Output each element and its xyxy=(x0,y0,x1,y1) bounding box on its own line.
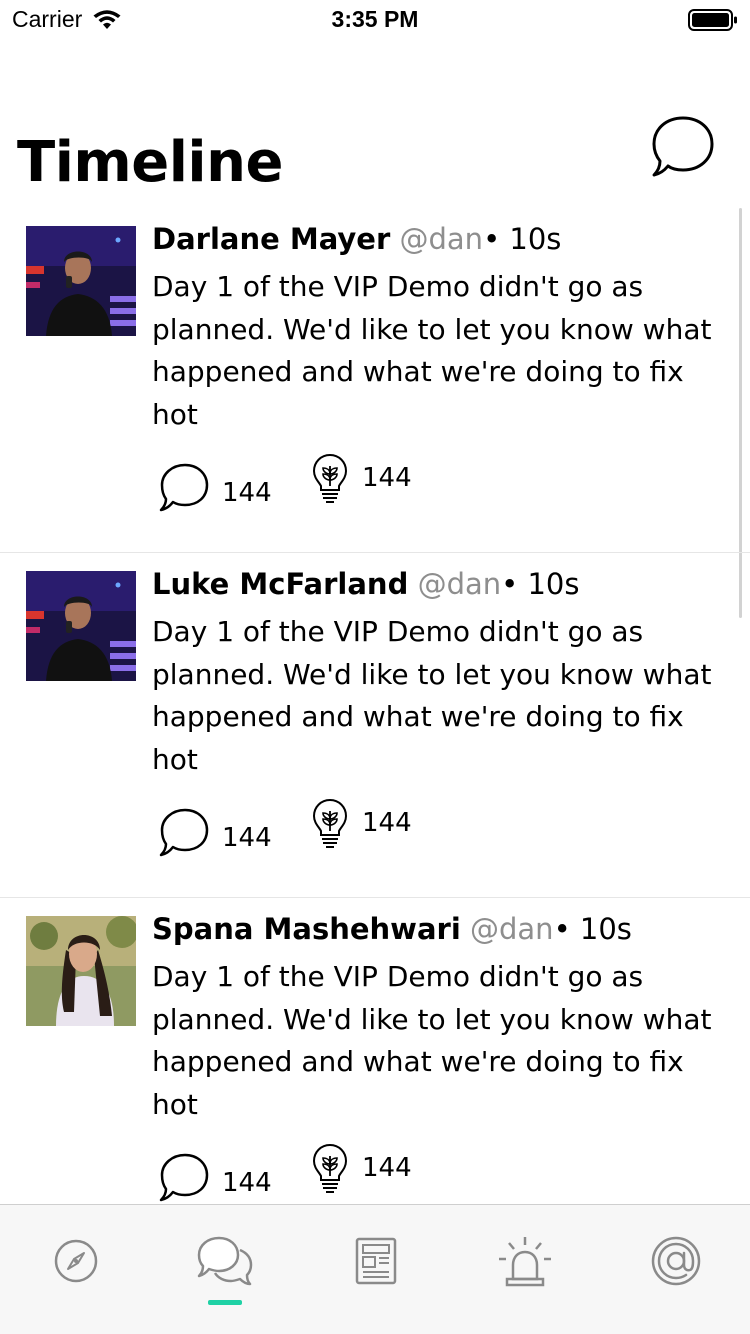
reply-button[interactable]: 144 xyxy=(158,462,272,512)
at-sign-icon xyxy=(651,1236,701,1286)
reply-button[interactable]: 144 xyxy=(158,1152,272,1202)
timeline-feed[interactable]: Darlane Mayer @dan• 10s Day 1 of the VIP… xyxy=(0,208,750,1204)
idea-button[interactable]: 144 xyxy=(310,1142,412,1194)
reply-count: 144 xyxy=(222,478,272,508)
clock: 3:35 PM xyxy=(331,6,419,32)
idea-button[interactable]: 144 xyxy=(310,452,412,504)
compose-button[interactable] xyxy=(650,114,716,180)
idea-button[interactable]: 144 xyxy=(310,797,412,849)
post-header: Luke McFarland @dan• 10s xyxy=(152,567,579,601)
author-name[interactable]: Darlane Mayer xyxy=(152,222,390,256)
news-icon xyxy=(355,1237,397,1285)
chat-bubbles-icon xyxy=(197,1236,253,1286)
lightbulb-icon xyxy=(312,798,348,848)
active-tab-indicator xyxy=(208,1300,242,1305)
post-header: Spana Mashehwari @dan• 10s xyxy=(152,912,632,946)
tab-timeline[interactable] xyxy=(197,1233,253,1289)
post-body: Day 1 of the VIP Demo didn't go as plann… xyxy=(152,960,712,1121)
idea-count: 144 xyxy=(362,1153,412,1183)
post-item[interactable]: Luke McFarland @dan• 10s Day 1 of the VI… xyxy=(0,553,750,898)
author-name[interactable]: Luke McFarland xyxy=(152,567,408,601)
post-time: • 10s xyxy=(553,912,632,946)
post-body: Day 1 of the VIP Demo didn't go as plann… xyxy=(152,615,712,776)
reply-count: 144 xyxy=(222,823,272,853)
post-time: • 10s xyxy=(501,567,580,601)
author-handle[interactable]: @dan xyxy=(470,912,554,946)
tab-news[interactable] xyxy=(348,1233,404,1289)
compass-icon xyxy=(54,1239,98,1283)
avatar[interactable] xyxy=(26,571,136,681)
avatar[interactable] xyxy=(26,916,136,1026)
idea-count: 144 xyxy=(362,808,412,838)
tab-mentions[interactable] xyxy=(648,1233,704,1289)
comment-icon xyxy=(159,1153,209,1202)
post-item[interactable]: Darlane Mayer @dan• 10s Day 1 of the VIP… xyxy=(0,208,750,553)
chat-bubble-icon xyxy=(652,116,714,177)
battery-icon xyxy=(688,9,737,31)
idea-count: 144 xyxy=(362,463,412,493)
reply-button[interactable]: 144 xyxy=(158,807,272,857)
post-header: Darlane Mayer @dan• 10s xyxy=(152,222,561,256)
comment-icon xyxy=(159,808,209,857)
post-time: • 10s xyxy=(483,222,562,256)
author-handle[interactable]: @dan xyxy=(400,222,484,256)
tab-explore[interactable] xyxy=(48,1233,104,1289)
comment-icon xyxy=(159,463,209,512)
timeline-header: Timeline xyxy=(0,100,750,210)
page-title: Timeline xyxy=(17,130,283,195)
lightbulb-icon xyxy=(312,1143,348,1193)
author-handle[interactable]: @dan xyxy=(418,567,502,601)
avatar[interactable] xyxy=(26,226,136,336)
reply-count: 144 xyxy=(222,1168,272,1198)
post-body: Day 1 of the VIP Demo didn't go as plann… xyxy=(152,270,712,431)
lightbulb-icon xyxy=(312,453,348,503)
tab-alerts[interactable] xyxy=(497,1233,553,1289)
status-bar: Carrier 3:35 PM xyxy=(0,0,750,40)
post-item[interactable]: Spana Mashehwari @dan• 10s Day 1 of the … xyxy=(0,898,750,1204)
alarm-light-icon xyxy=(499,1237,551,1287)
author-name[interactable]: Spana Mashehwari xyxy=(152,912,461,946)
tab-bar xyxy=(0,1204,750,1334)
